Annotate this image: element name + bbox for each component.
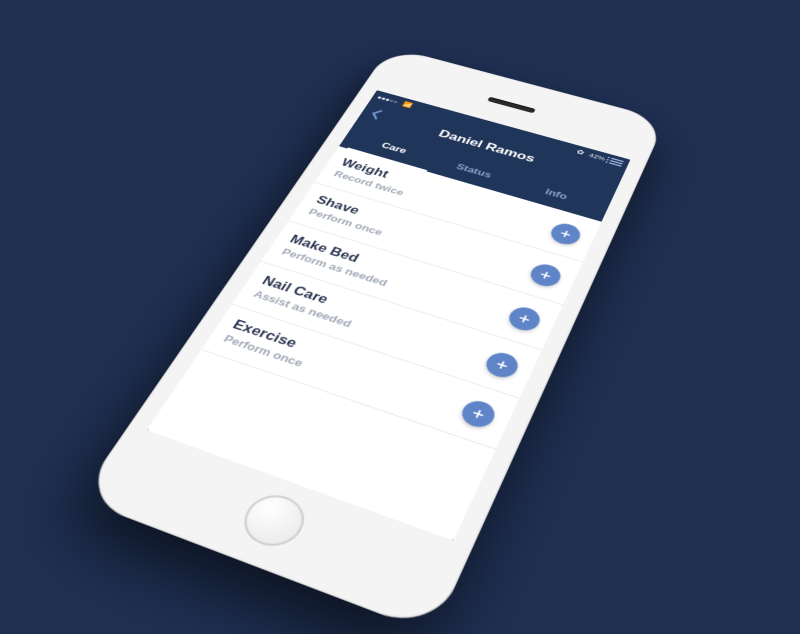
care-list: Weight Record twice Shave Perform once	[147, 146, 602, 540]
list-icon[interactable]	[609, 158, 624, 167]
ribbon-icon: ✿	[575, 148, 585, 156]
phone-frame: 📶 ✿ 42% Daniel Ramos Care Status Info	[78, 47, 666, 634]
app-screen: 📶 ✿ 42% Daniel Ramos Care Status Info	[147, 90, 631, 540]
phone-speaker	[487, 97, 535, 114]
battery-percent: 42%	[588, 152, 606, 162]
wifi-icon: 📶	[402, 101, 415, 109]
home-button[interactable]	[234, 488, 314, 554]
